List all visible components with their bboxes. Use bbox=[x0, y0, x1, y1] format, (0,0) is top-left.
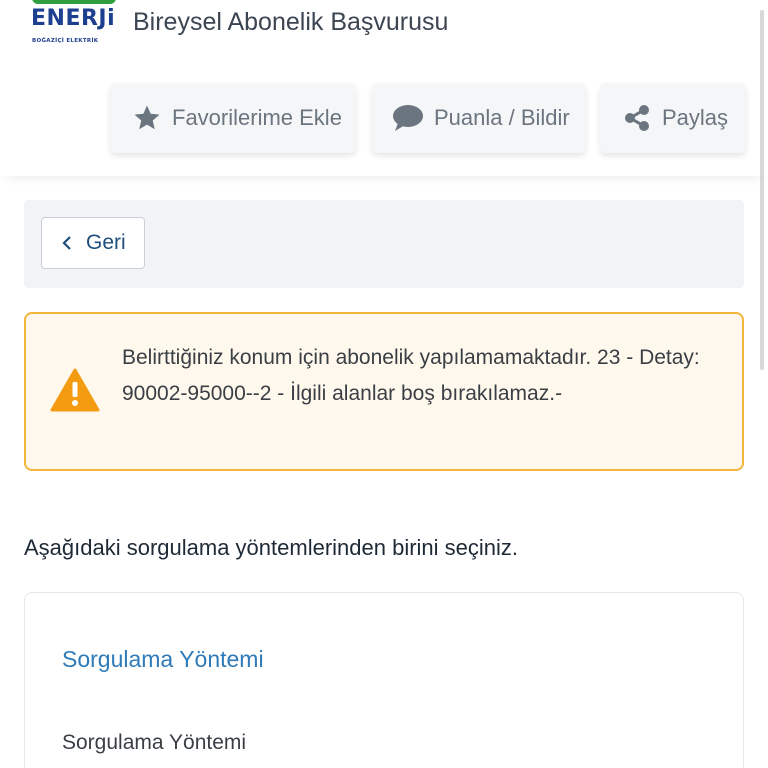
logo-word: ENERJi bbox=[31, 6, 116, 31]
chevron-left-icon bbox=[62, 235, 72, 251]
query-method-card: Sorgulama Yöntemi Sorgulama Yöntemi bbox=[24, 592, 744, 768]
rate-report-label: Puanla / Bildir bbox=[434, 105, 570, 130]
instruction-text: Aşağıdaki sorgulama yöntemlerinden birin… bbox=[24, 535, 519, 560]
add-to-favorites-label: Favorilerime Ekle bbox=[172, 105, 342, 130]
logo-subtitle: BOĞAZİÇİ ELEKTRİK bbox=[32, 38, 99, 44]
share-icon bbox=[622, 103, 652, 133]
warning-icon bbox=[50, 368, 100, 417]
query-method-field-label: Sorgulama Yöntemi bbox=[62, 731, 247, 754]
scrollbar[interactable] bbox=[760, 10, 764, 370]
speech-bubble-icon bbox=[392, 103, 424, 133]
share-label: Paylaş bbox=[662, 105, 729, 130]
warning-alert: Belirttiğiniz konum için abonelik yapıla… bbox=[24, 312, 744, 471]
page-title: Bireysel Abonelik Başvurusu bbox=[133, 8, 449, 36]
back-bar: Geri bbox=[24, 200, 744, 288]
add-to-favorites-button[interactable]: Favorilerime Ekle bbox=[110, 83, 356, 153]
back-label: Geri bbox=[86, 231, 126, 254]
back-button[interactable]: Geri bbox=[41, 217, 145, 269]
logo-mark bbox=[32, 0, 116, 4]
rate-report-button[interactable]: Puanla / Bildir bbox=[372, 83, 586, 153]
alert-message: Belirttiğiniz konum için abonelik yapıla… bbox=[122, 346, 700, 405]
star-icon bbox=[132, 103, 162, 133]
share-button[interactable]: Paylaş bbox=[600, 83, 746, 153]
header: ENERJi BOĞAZİÇİ ELEKTRİK Bireysel Abonel… bbox=[0, 0, 768, 176]
enerjisa-logo[interactable]: ENERJi BOĞAZİÇİ ELEKTRİK bbox=[30, 0, 120, 50]
page: ENERJi BOĞAZİÇİ ELEKTRİK Bireysel Abonel… bbox=[0, 0, 768, 768]
card-title: Sorgulama Yöntemi bbox=[62, 646, 264, 672]
